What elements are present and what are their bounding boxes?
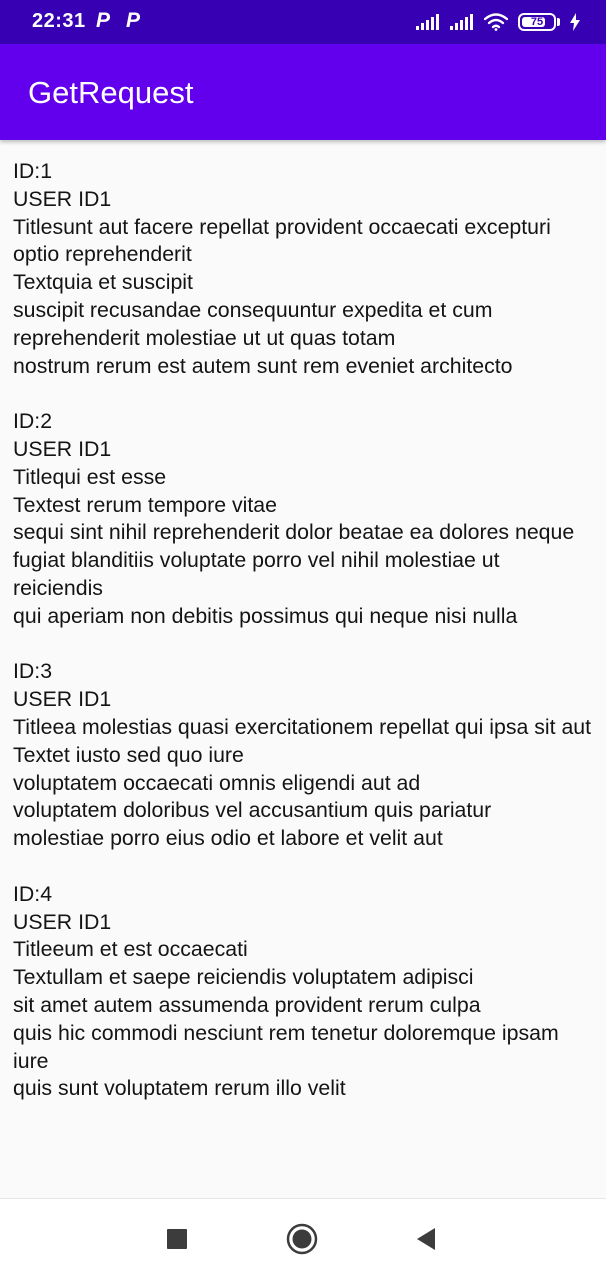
post-text-line: Textullam et saepe reiciendis voluptatem… [13,965,474,990]
battery-icon: 75 [518,13,556,31]
post-item: ID:4 USER ID1 Titleeum et est occaecati … [13,881,595,1103]
navigation-bar [0,1198,606,1281]
app-bar: GetRequest [0,44,606,140]
recents-square-icon [166,1228,188,1255]
status-bar: 22:31 P P 75 [0,0,606,44]
status-icons: 75 [416,11,580,33]
post-text-line: suscipit recusandae consequuntur expedit… [13,297,499,350]
post-title: Titlequi est esse [13,464,167,489]
back-triangle-icon [415,1227,437,1256]
post-text-line: nostrum rerum est autem sunt rem eveniet… [13,353,513,378]
post-text-line: sequi sint nihil reprehenderit dolor bea… [13,520,575,545]
post-title: Titleeum et est occaecati [13,937,248,962]
posts-list[interactable]: ID:1 USER ID1 Titlesunt aut facere repel… [13,158,595,1188]
wifi-icon [484,13,508,31]
post-text-line: quis sunt voluptatem rerum illo velit [13,1076,346,1101]
post-item: ID:2 USER ID1 Titlequi est esse Textest … [13,408,595,630]
status-time: 22:31 [32,10,86,32]
charging-icon [570,13,580,31]
post-text-line: Textest rerum tempore vitae [13,492,277,517]
notification-p-icon: P [96,9,111,32]
post-text-line: voluptatem doloribus vel accusantium qui… [13,798,492,823]
post-text-line: molestiae porro eius odio et labore et v… [13,826,443,851]
post-text-line: quis hic commodi nesciunt rem tenetur do… [13,1020,565,1073]
notification-p-icon: P [126,9,141,32]
post-text-line: Textquia et suscipit [13,270,193,295]
post-user-id: USER ID1 [13,909,112,934]
post-user-id: USER ID1 [13,186,112,211]
post-text-line: Textet iusto sed quo iure [13,742,244,767]
post-user-id: USER ID1 [13,436,112,461]
recents-button[interactable] [161,1225,193,1257]
post-title: Titleea molestias quasi exercitationem r… [13,714,592,739]
post-id: ID:2 [13,409,53,434]
app-title: GetRequest [28,75,194,110]
post-title: Titlesunt aut facere repellat provident … [13,214,557,267]
post-user-id: USER ID1 [13,687,112,712]
post-item: ID:3 USER ID1 Titleea molestias quasi ex… [13,658,595,853]
home-button[interactable] [286,1223,318,1260]
post-id: ID:4 [13,881,53,906]
post-id: ID:3 [13,659,53,684]
signal-icon [416,14,440,30]
post-id: ID:1 [13,159,53,183]
battery-label: 75 [530,15,544,28]
post-text-line: qui aperiam non debitis possimus qui neq… [13,603,518,628]
home-circle-icon [286,1223,318,1260]
post-text-line: voluptatem occaecati omnis eligendi aut … [13,770,421,795]
post-text-line: sit amet autem assumenda provident rerum… [13,992,481,1017]
signal-icon [450,14,474,30]
post-item: ID:1 USER ID1 Titlesunt aut facere repel… [13,158,595,380]
post-text-line: fugiat blanditiis voluptate porro vel ni… [13,548,506,600]
back-button[interactable] [410,1225,442,1257]
battery-cap [557,18,560,26]
